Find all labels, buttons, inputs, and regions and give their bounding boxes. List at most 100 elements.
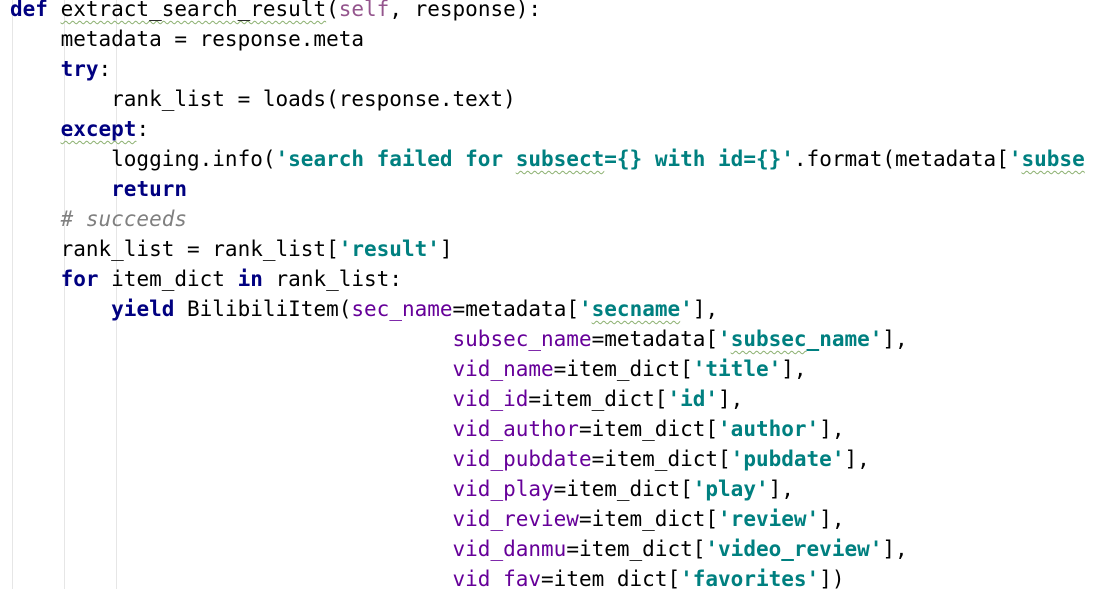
code-line[interactable]: vid_id=item_dict['id'], (10, 384, 744, 414)
code-token: =item_dict[ (541, 567, 681, 589)
code-token: ], (718, 387, 744, 411)
code-token: ], (819, 507, 845, 531)
code-token: ={} with id={}' (604, 147, 794, 171)
code-editor[interactable]: def extract_search_result(self, response… (0, 0, 1117, 589)
code-token: ], (844, 447, 870, 471)
code-token: : (98, 57, 112, 81)
code-token: =item_dict[ (553, 357, 693, 381)
code-token: 'play' (692, 477, 769, 501)
code-token: vid_author (452, 417, 579, 441)
code-line[interactable]: try: (10, 54, 112, 84)
code-token: ], (692, 297, 719, 321)
code-token: .format(metadata[ (793, 147, 1009, 171)
code-token: _name' (806, 327, 883, 351)
code-token: def (10, 0, 61, 21)
code-line[interactable]: def extract_search_result(self, response… (10, 0, 541, 24)
code-token: for (60, 267, 99, 291)
code-line[interactable]: vid_name=item_dict['title'], (10, 354, 807, 384)
code-token: ], (781, 357, 807, 381)
code-token: vid_danmu (452, 537, 567, 561)
code-token: vid_pubdate (452, 447, 592, 471)
code-token: =item_dict[ (553, 477, 693, 501)
code-token: ( (326, 0, 339, 21)
code-token: metadata = response.meta (10, 27, 365, 51)
code-token: =metadata[ (452, 297, 579, 321)
code-token: sec_name (351, 297, 453, 321)
code-token: ' (1008, 147, 1022, 171)
code-token: extract_search_result (60, 0, 327, 21)
code-token: vid_fav (452, 567, 542, 589)
code-token: ' (578, 297, 592, 321)
code-token: vid_name (452, 357, 554, 381)
code-token: =item_dict[ (528, 387, 668, 411)
code-line[interactable]: rank_list = rank_list['result'] (10, 234, 453, 264)
code-token: secname (591, 297, 681, 321)
code-token: 'result' (338, 237, 440, 261)
code-token: # succeeds (60, 207, 188, 231)
code-token: 'favorites' (680, 567, 820, 589)
code-line[interactable]: logging.info('search failed for subsect=… (10, 144, 1085, 174)
code-token: ], (819, 417, 845, 441)
code-token: subsec (730, 327, 807, 351)
code-token: rank_list = rank_list[ (10, 237, 339, 261)
code-token: vid_review (452, 507, 579, 531)
code-line[interactable]: rank_list = loads(response.text) (10, 84, 516, 114)
code-token: ], (882, 537, 908, 561)
code-token: : (136, 117, 150, 141)
code-token: self (338, 0, 390, 21)
code-line[interactable]: yield BilibiliItem(sec_name=metadata['se… (10, 294, 718, 324)
code-token: ' (680, 297, 693, 321)
code-token: vid_id (452, 387, 529, 411)
code-line[interactable]: # succeeds (10, 204, 187, 234)
code-line[interactable]: vid_author=item_dict['author'], (10, 414, 845, 444)
code-token: =item_dict[ (566, 537, 706, 561)
code-token: ], (768, 477, 794, 501)
code-line[interactable]: subsec_name=metadata['subsec_name'], (10, 324, 908, 354)
code-token: item_dict (98, 267, 238, 291)
code-line[interactable]: vid_review=item_dict['review'], (10, 504, 845, 534)
code-token: 'pubdate' (730, 447, 845, 471)
code-token: vid_play (452, 477, 554, 501)
code-token: in (237, 267, 263, 291)
code-line[interactable]: vid_pubdate=item_dict['pubdate'], (10, 444, 870, 474)
code-token: 'video_review' (705, 537, 883, 561)
code-token: subse (1021, 147, 1085, 171)
code-token: except (60, 117, 137, 141)
code-token: ' (718, 327, 731, 351)
code-token: subsect (515, 147, 605, 171)
code-token: =item_dict[ (578, 507, 719, 531)
code-token: 'review' (718, 507, 820, 531)
code-token: yield (111, 297, 175, 321)
code-line[interactable]: except: (10, 114, 150, 144)
code-token: rank_list = loads(response.text) (10, 87, 516, 111)
code-line[interactable]: vid_danmu=item_dict['video_review'], (10, 534, 908, 564)
code-token: =metadata[ (591, 327, 719, 351)
code-token: 'search failed for (275, 147, 516, 171)
code-line[interactable]: return (10, 174, 187, 204)
code-line[interactable]: vid_fav=item_dict['favorites']) (10, 564, 845, 589)
code-token: ]) (819, 567, 845, 589)
code-token: , response): (389, 0, 542, 21)
code-line[interactable]: vid_play=item_dict['play'], (10, 474, 794, 504)
code-line[interactable]: for item_dict in rank_list: (10, 264, 402, 294)
code-line[interactable]: metadata = response.meta (10, 24, 364, 54)
code-token: =item_dict[ (578, 417, 719, 441)
code-token: rank_list: (262, 267, 402, 291)
code-token: return (111, 177, 188, 201)
code-token: =item_dict[ (591, 447, 731, 471)
